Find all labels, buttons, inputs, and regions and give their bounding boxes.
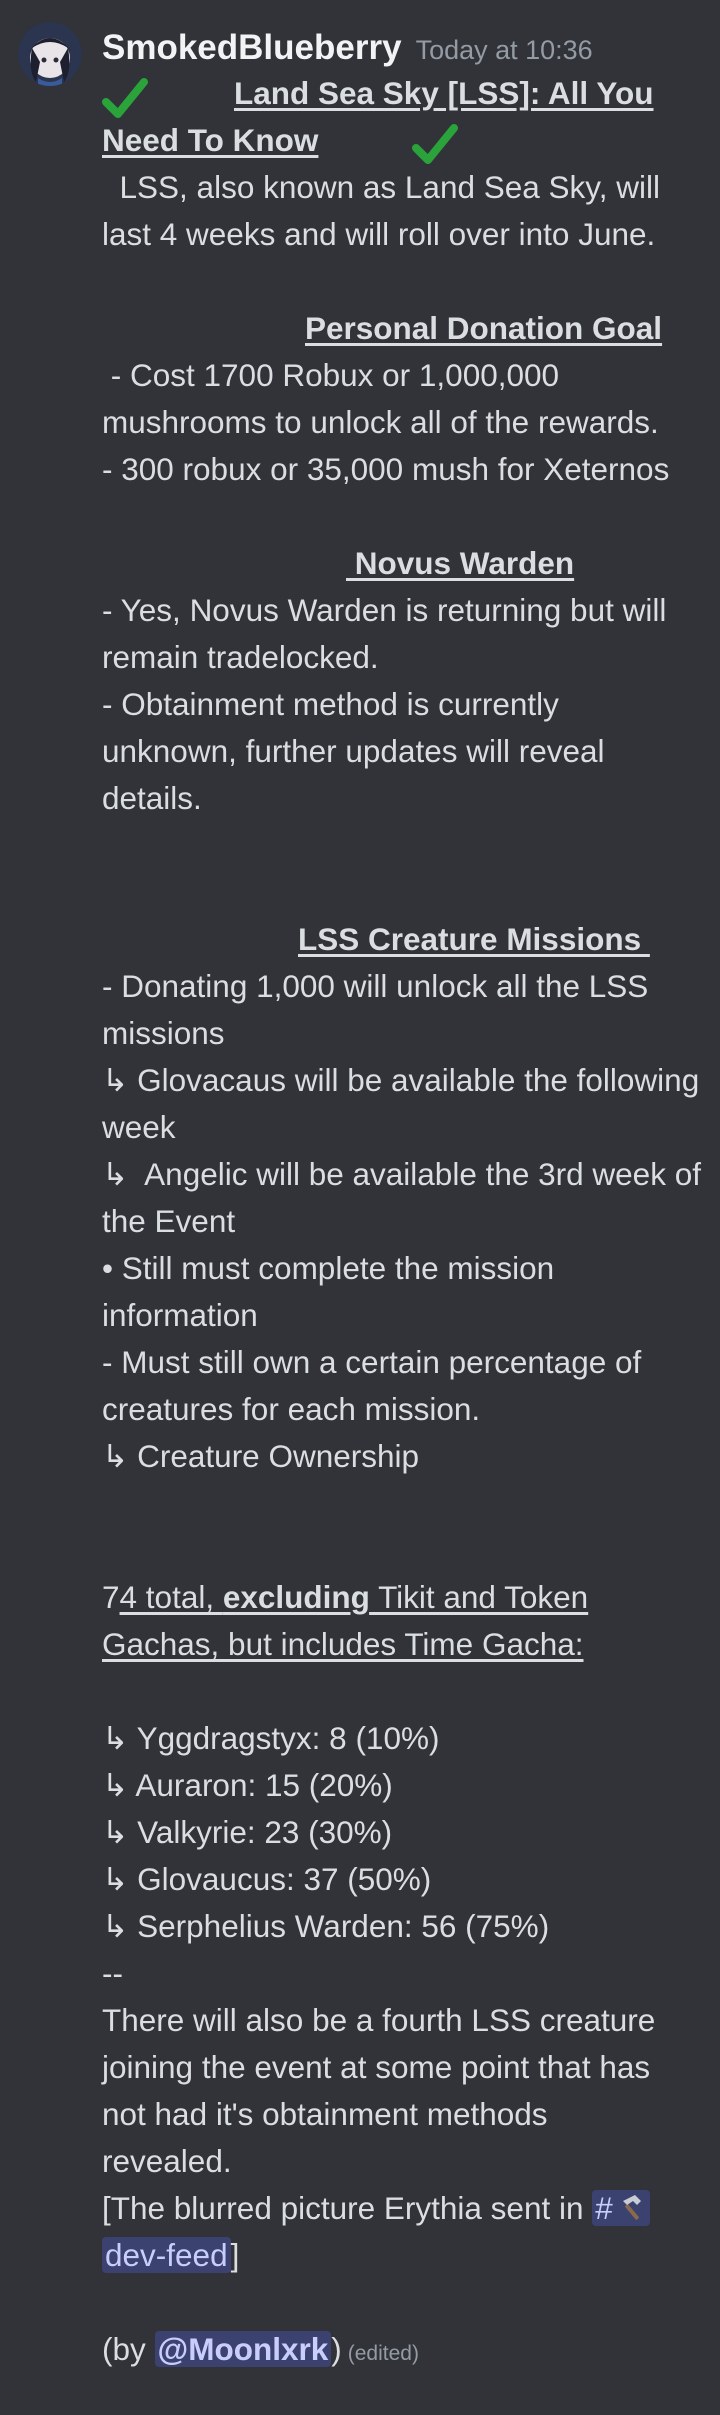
missions-line: ↳ Creature Ownership [102,1438,420,1474]
creature-item: ↳ Yggdragstyx: 8 (10%) [102,1720,440,1756]
blurred-picture-text: [The blurred picture Erythia sent in [102,2190,593,2226]
hammer-icon [622,2195,641,2220]
missions-line: information [102,1297,258,1333]
novus-line: - Yes, Novus Warden is returning but wil… [102,592,667,628]
credit-line: (by @Moonlxrk) (edited) [102,2331,419,2367]
missions-line: • Still must complete the mission [102,1250,555,1286]
edited-label: (edited) [347,2342,419,2365]
username[interactable]: SmokedBlueberry [102,28,402,68]
fourth-line: not had it's obtainment methods [102,2096,548,2132]
creature-item: ↳ Serphelius Warden: 56 (75%) [102,1908,550,1944]
message-content: Land Sea Sky [LSS]: All You Need To Know… [102,70,702,2373]
donation-line: - Cost 1700 Robux or 1,000,000 [102,357,560,393]
channel-mention-dev-feed[interactable]: # [592,2190,650,2226]
fourth-line: joining the event at some point that has [102,2049,651,2085]
timestamp[interactable]: Today at 10:36 [416,35,593,66]
donation-heading: Personal Donation Goal [305,310,663,346]
novus-line: unknown, further updates will reveal [102,733,605,769]
novus-line: - Obtainment method is currently [102,686,559,722]
fourth-line: There will also be a fourth LSS creature [102,2002,656,2038]
total-line: 74 total, excluding Tikit and Token [102,1579,589,1615]
missions-line: the Event [102,1203,236,1239]
channel-mention-dev-feed[interactable]: dev-feed [102,2237,231,2273]
title-line-2: Need To Know [102,122,319,158]
donation-line: - 300 robux or 35,000 mush for Xeternos [102,451,670,487]
intro-line: LSS, also known as Land Sea Sky, will [102,169,660,205]
separator: -- [102,1955,123,1991]
novus-heading: Novus Warden [346,545,575,581]
missions-line: ↳ Angelic will be available the 3rd week… [102,1156,701,1192]
avatar[interactable] [18,22,82,86]
channel-hash-icon: # [595,2190,613,2226]
creature-item: ↳ Auraron: 15 (20%) [102,1767,393,1803]
intro-line: last 4 weeks and will roll over into Jun… [102,216,656,252]
donation-line: mushrooms to unlock all of the rewards. [102,404,659,440]
fourth-line: revealed. [102,2143,232,2179]
total-line: Gachas, but includes Time Gacha: [102,1626,584,1662]
missions-heading: LSS Creature Missions [298,921,650,957]
message-header: SmokedBlueberry Today at 10:36 [102,28,593,68]
creature-item: ↳ Glovaucus: 37 (50%) [102,1861,432,1897]
discord-message: SmokedBlueberry Today at 10:36 Land Sea … [0,0,720,2415]
missions-line: - Donating 1,000 will unlock all the LSS [102,968,649,1004]
creature-item: ↳ Valkyrie: 23 (30%) [102,1814,393,1850]
missions-line: week [102,1109,176,1145]
missions-line: ↳ Glovacaus will be available the follow… [102,1062,700,1098]
novus-line: details. [102,780,202,816]
title-line-1: Land Sea Sky [LSS]: All You [234,75,654,111]
missions-line: missions [102,1015,225,1051]
user-mention[interactable]: @Moonlxrk [154,2331,332,2367]
avatar-image [18,22,82,86]
missions-line: creatures for each mission. [102,1391,481,1427]
missions-line: - Must still own a certain percentage of [102,1344,642,1380]
novus-line: remain tradelocked. [102,639,379,675]
